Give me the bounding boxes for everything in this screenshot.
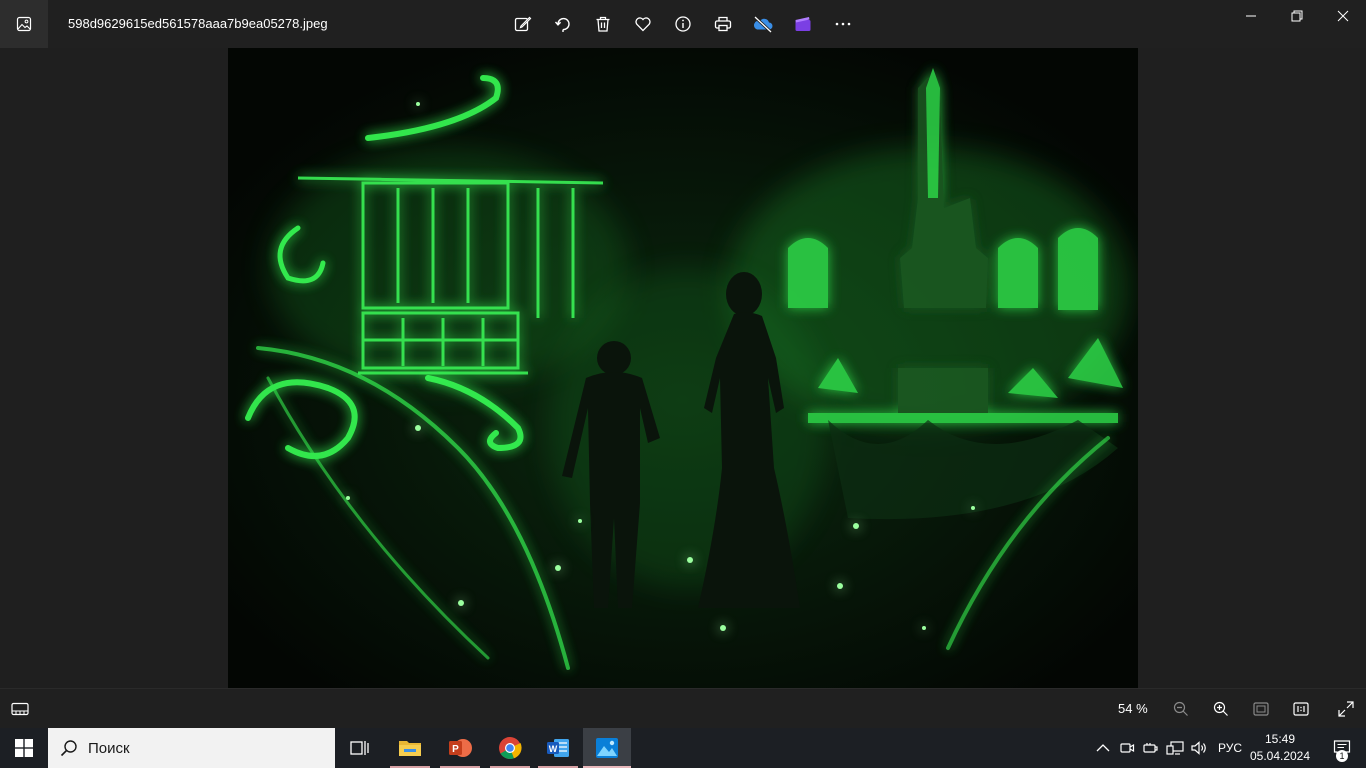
filmstrip-button[interactable] — [0, 693, 40, 725]
close-button[interactable] — [1320, 0, 1366, 32]
zoom-level: 54 % — [1118, 701, 1148, 716]
windows-logo-icon — [15, 739, 33, 757]
show-hidden-icons-button[interactable] — [1093, 738, 1113, 758]
fullscreen-icon — [1338, 701, 1354, 717]
chevron-up-icon — [1096, 744, 1110, 752]
input-language[interactable]: РУС — [1218, 741, 1242, 755]
notification-badge: 1 — [1336, 750, 1348, 762]
title-bar: 598d9629615ed561578aaa7b9ea05278.jpeg — [0, 0, 1366, 48]
favorite-icon — [635, 17, 651, 32]
image-toolbar — [503, 8, 863, 40]
file-explorer-button[interactable] — [386, 728, 434, 768]
photos-app-icon[interactable] — [0, 0, 48, 48]
actual-size-button[interactable] — [1281, 693, 1321, 725]
network-icon — [1166, 741, 1184, 755]
status-bar: 54 % — [0, 688, 1366, 729]
volume-button[interactable] — [1189, 738, 1209, 758]
onedrive-button[interactable] — [743, 8, 783, 40]
chrome-button[interactable] — [486, 728, 534, 768]
restore-icon — [1291, 10, 1303, 22]
fit-window-icon — [1253, 702, 1269, 716]
rotate-icon — [554, 17, 570, 32]
chrome-icon — [499, 737, 522, 759]
edit-button[interactable] — [503, 8, 543, 40]
taskbar: Поиск P W РУС 15:49 05.04.2024 1 — [0, 728, 1366, 768]
clipchamp-button[interactable] — [783, 8, 823, 40]
filmstrip-icon — [11, 702, 29, 716]
image-icon — [16, 16, 32, 32]
start-button[interactable] — [0, 728, 48, 768]
more-button[interactable] — [823, 8, 863, 40]
print-icon — [714, 16, 732, 32]
edit-icon — [514, 16, 532, 32]
svg-text:W: W — [549, 744, 558, 754]
search-box[interactable]: Поиск — [48, 728, 335, 768]
action-center-button[interactable] — [1318, 728, 1366, 768]
clock-time: 15:49 — [1264, 732, 1296, 746]
actual-size-icon — [1293, 702, 1309, 716]
print-button[interactable] — [703, 8, 743, 40]
minimize-icon — [1246, 15, 1256, 17]
restore-button[interactable] — [1274, 0, 1320, 32]
clipchamp-icon — [795, 17, 811, 31]
onedrive-icon — [753, 15, 773, 33]
info-button[interactable] — [663, 8, 703, 40]
displayed-photo[interactable] — [228, 48, 1138, 688]
word-button[interactable]: W — [534, 728, 582, 768]
sand-art-illustration — [228, 48, 1138, 688]
search-placeholder: Поиск — [88, 739, 130, 757]
zoom-out-icon — [1173, 701, 1188, 716]
zoom-in-button[interactable] — [1201, 693, 1241, 725]
power-button[interactable] — [1141, 738, 1161, 758]
clock-date: 05.04.2024 — [1249, 749, 1311, 763]
task-view-button[interactable] — [336, 728, 384, 768]
powerpoint-icon: P — [449, 739, 472, 757]
favorite-button[interactable] — [623, 8, 663, 40]
delete-button[interactable] — [583, 8, 623, 40]
image-viewport[interactable] — [0, 48, 1366, 688]
minimize-button[interactable] — [1228, 0, 1274, 32]
powerpoint-button[interactable]: P — [436, 728, 484, 768]
task-view-icon — [350, 741, 369, 755]
battery-plug-icon — [1143, 743, 1158, 753]
folder-icon — [399, 741, 421, 756]
speaker-icon — [1191, 741, 1206, 755]
info-icon — [675, 16, 691, 32]
zoom-out-button[interactable] — [1161, 693, 1201, 725]
word-icon: W — [547, 739, 569, 757]
photos-button[interactable] — [583, 728, 631, 768]
zoom-in-icon — [1213, 701, 1228, 716]
clock[interactable]: 15:49 05.04.2024 — [1248, 731, 1312, 765]
svg-text:P: P — [452, 744, 459, 755]
search-icon — [60, 740, 77, 757]
more-icon — [835, 22, 851, 26]
close-icon — [1337, 10, 1349, 22]
fullscreen-button[interactable] — [1326, 693, 1366, 725]
file-name: 598d9629615ed561578aaa7b9ea05278.jpeg — [68, 16, 328, 31]
photos-icon — [596, 738, 618, 758]
delete-icon — [596, 16, 610, 32]
fit-to-window-button[interactable] — [1241, 693, 1281, 725]
meet-now-button[interactable] — [1117, 738, 1137, 758]
camera-icon — [1120, 743, 1135, 753]
network-button[interactable] — [1165, 738, 1185, 758]
rotate-button[interactable] — [543, 8, 583, 40]
